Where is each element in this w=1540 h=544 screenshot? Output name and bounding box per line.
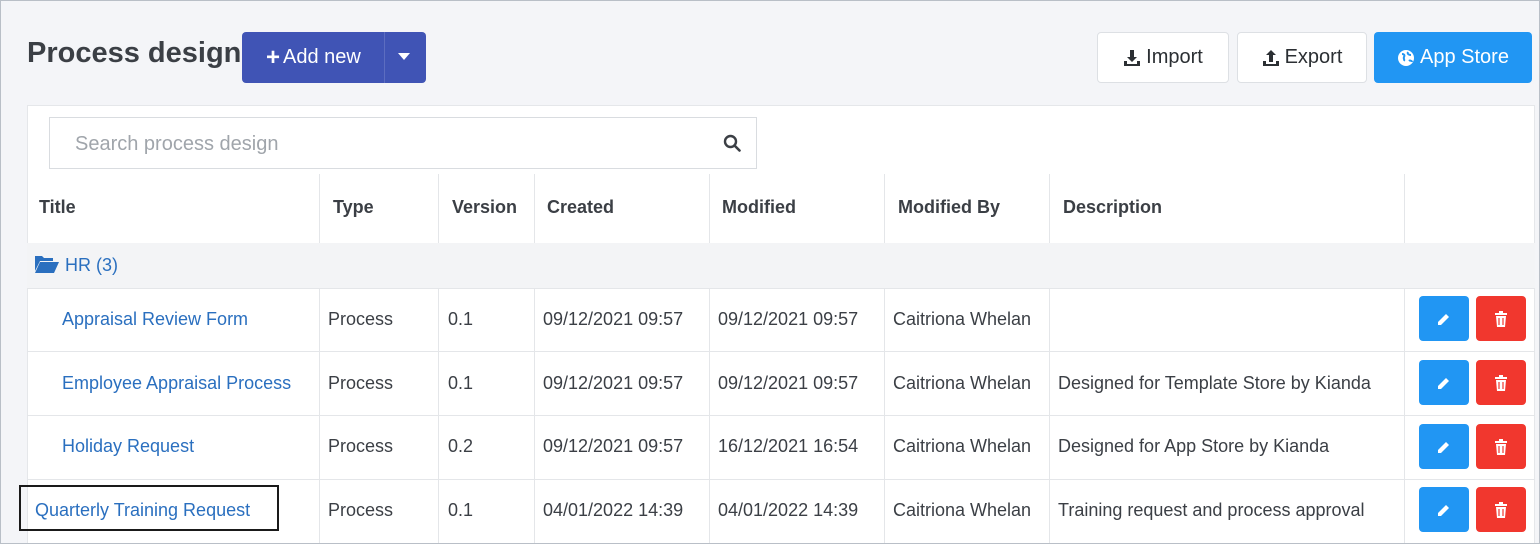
search-box — [49, 117, 757, 170]
version-cell: 0.2 — [448, 436, 474, 456]
globe-icon — [1398, 49, 1415, 66]
column-divider — [884, 174, 885, 543]
column-divider — [1404, 174, 1405, 543]
column-divider — [534, 174, 535, 543]
group-label[interactable]: HR (3) — [65, 255, 118, 276]
app-store-button[interactable]: App Store — [1374, 32, 1532, 83]
pencil-icon — [1438, 441, 1449, 453]
column-header-modified-by[interactable]: Modified By — [898, 197, 1000, 218]
modified-by-cell: Caitriona Whelan — [893, 373, 1032, 393]
edit-button[interactable] — [1419, 360, 1469, 405]
export-label: Export — [1284, 46, 1343, 68]
column-header-created[interactable]: Created — [547, 197, 614, 218]
column-header-description[interactable]: Description — [1063, 197, 1162, 218]
column-header-version[interactable]: Version — [452, 197, 517, 218]
column-divider — [709, 174, 710, 543]
trash-icon — [1495, 310, 1507, 327]
pencil-icon — [1438, 313, 1449, 325]
created-cell: 04/01/2022 14:39 — [543, 500, 684, 520]
search-icon[interactable] — [723, 134, 741, 152]
description-cell: Designed for Template Store by Kianda — [1058, 373, 1371, 393]
delete-button[interactable] — [1476, 424, 1526, 469]
modified-by-cell: Caitriona Whelan — [893, 500, 1032, 520]
delete-button[interactable] — [1476, 360, 1526, 405]
process-title-link[interactable]: Appraisal Review Form — [62, 309, 248, 330]
row-divider — [27, 479, 1535, 480]
modified-cell: 09/12/2021 09:57 — [718, 309, 859, 329]
column-header-type[interactable]: Type — [333, 197, 374, 218]
column-header-title[interactable]: Title — [39, 197, 76, 218]
row-divider — [27, 415, 1535, 416]
description-cell: Training request and process approval — [1058, 500, 1365, 520]
row-divider — [27, 351, 1535, 352]
modified-by-cell: Caitriona Whelan — [893, 309, 1032, 329]
export-button[interactable]: Export — [1237, 32, 1367, 83]
edit-button[interactable] — [1419, 296, 1469, 341]
version-cell: 0.1 — [448, 373, 474, 393]
folder-open-icon — [35, 256, 59, 273]
page-frame: Process design + Add new Import Export A… — [0, 0, 1540, 544]
trash-icon — [1495, 438, 1507, 455]
trash-icon — [1495, 501, 1507, 518]
column-header-modified[interactable]: Modified — [722, 197, 796, 218]
created-cell: 09/12/2021 09:57 — [543, 309, 684, 329]
edit-button[interactable] — [1419, 487, 1469, 532]
column-divider — [319, 174, 320, 543]
upload-icon — [1262, 49, 1279, 66]
modified-cell: 16/12/2021 16:54 — [718, 436, 859, 456]
chevron-down-icon[interactable] — [398, 53, 410, 60]
type-cell: Process — [328, 309, 394, 329]
edit-button[interactable] — [1419, 424, 1469, 469]
process-title-link[interactable]: Holiday Request — [62, 436, 194, 457]
app-store-label: App Store — [1420, 46, 1509, 68]
version-cell: 0.1 — [448, 309, 474, 329]
pencil-icon — [1438, 377, 1449, 389]
group-row-hr[interactable] — [27, 243, 1535, 288]
created-cell: 09/12/2021 09:57 — [543, 436, 684, 456]
row-divider — [27, 288, 1535, 289]
modified-cell: 04/01/2022 14:39 — [718, 500, 859, 520]
pencil-icon — [1438, 504, 1449, 516]
add-new-button[interactable]: + Add new — [242, 32, 426, 83]
type-cell: Process — [328, 436, 394, 456]
split-divider — [384, 32, 385, 83]
delete-button[interactable] — [1476, 296, 1526, 341]
download-icon — [1124, 49, 1141, 66]
delete-button[interactable] — [1476, 487, 1526, 532]
column-divider — [438, 174, 439, 543]
page-title: Process design — [27, 37, 242, 69]
add-new-label: Add new — [283, 46, 361, 68]
import-label: Import — [1146, 46, 1203, 68]
column-divider — [1049, 174, 1050, 543]
type-cell: Process — [328, 500, 394, 520]
modified-by-cell: Caitriona Whelan — [893, 436, 1032, 456]
import-button[interactable]: Import — [1097, 32, 1229, 83]
highlight-box — [19, 485, 279, 531]
search-input[interactable] — [50, 118, 737, 170]
plus-icon: + — [266, 43, 281, 71]
version-cell: 0.1 — [448, 500, 474, 520]
description-cell: Designed for App Store by Kianda — [1058, 436, 1330, 456]
type-cell: Process — [328, 373, 394, 393]
process-title-link[interactable]: Employee Appraisal Process — [62, 373, 291, 394]
created-cell: 09/12/2021 09:57 — [543, 373, 684, 393]
trash-icon — [1495, 374, 1507, 391]
modified-cell: 09/12/2021 09:57 — [718, 373, 859, 393]
